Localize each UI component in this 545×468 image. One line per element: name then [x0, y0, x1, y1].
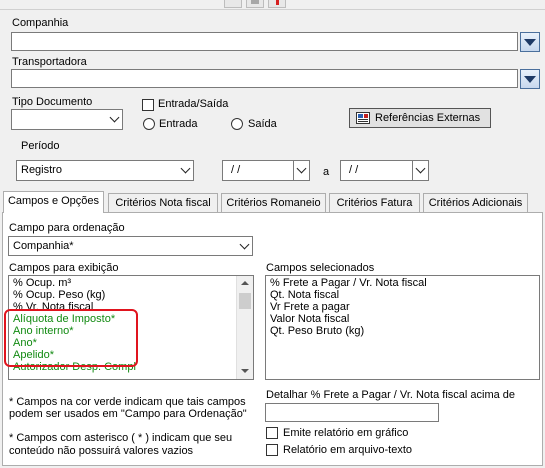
tipo-documento-select[interactable] — [11, 109, 123, 130]
transportadora-input[interactable] — [11, 69, 518, 88]
transportadora-dropdown-button[interactable] — [520, 69, 540, 89]
list-item[interactable]: Vr Frete a pagar — [266, 301, 539, 313]
date-dropdown-button[interactable] — [412, 161, 428, 180]
references-icon — [356, 112, 370, 124]
chevron-down-icon — [180, 163, 190, 174]
transportadora-label: Transportadora — [12, 56, 87, 68]
periodo-tipo-value: Registro — [21, 164, 62, 176]
entrada-saida-label: Entrada/Saída — [158, 98, 229, 110]
referencias-externas-button[interactable]: Referências Externas — [349, 108, 491, 128]
list-item[interactable]: % Ocup. Peso (kg) — [9, 289, 235, 301]
list-item[interactable]: Ano interno* — [9, 325, 235, 337]
scrollbar[interactable] — [236, 276, 253, 379]
toolbar-red-icon[interactable] — [268, 0, 286, 8]
companhia-label: Companhia — [12, 17, 69, 29]
list-item[interactable]: % Vr. Nota fiscal — [9, 301, 235, 313]
tab-criterios-nota-fiscal[interactable]: Critérios Nota fiscal — [108, 193, 218, 213]
tab-criterios-adicionais[interactable]: Critérios Adicionais — [423, 193, 528, 213]
campos-selecionados-list[interactable]: % Frete a Pagar / Vr. Nota fiscal Qt. Not… — [265, 275, 540, 380]
entrada-saida-checkbox[interactable] — [142, 99, 154, 111]
scroll-down-icon[interactable] — [241, 369, 249, 373]
list-item[interactable]: Valor Nota fiscal — [266, 313, 539, 325]
toolbar-disabled-icon[interactable] — [246, 0, 264, 8]
list-item[interactable]: Autorizador Desp. Compl — [9, 361, 235, 373]
periodo-tipo-select[interactable]: Registro — [16, 160, 194, 181]
ordenacao-select[interactable]: Companhia* — [8, 236, 253, 256]
periodo-separator: a — [323, 166, 330, 178]
ordenacao-value: Companhia* — [13, 240, 74, 252]
entrada-radio[interactable] — [143, 118, 155, 130]
list-item[interactable]: Apelido* — [9, 349, 235, 361]
select-arrow[interactable] — [236, 237, 252, 255]
select-arrow[interactable] — [106, 110, 122, 129]
list-item[interactable]: Qt. Peso Bruto (kg) — [266, 325, 539, 337]
saida-radio[interactable] — [231, 118, 243, 130]
periodo-ate-value: / / — [349, 164, 359, 176]
chevron-down-icon — [524, 75, 536, 83]
scroll-up-icon[interactable] — [241, 281, 249, 285]
top-toolbar — [0, 0, 545, 10]
tab-campos-opcoes[interactable]: Campos e Opções — [3, 191, 104, 213]
saida-radio-label: Saída — [248, 118, 277, 130]
tipo-documento-label: Tipo Documento — [12, 96, 93, 108]
relatorio-texto-checkbox[interactable] — [266, 444, 278, 456]
chevron-down-icon — [524, 38, 536, 46]
campos-exibicao-list[interactable]: % Ocup. m³% Ocup. Peso (kg)% Vr. Nota fi… — [8, 275, 254, 380]
scroll-thumb[interactable] — [239, 293, 251, 309]
select-arrow[interactable] — [177, 161, 193, 180]
list-item[interactable]: Ano* — [9, 337, 235, 349]
companhia-dropdown-button[interactable] — [520, 32, 540, 52]
chevron-down-icon — [239, 239, 249, 249]
periodo-label: Período — [21, 140, 60, 152]
list-item[interactable]: % Frete a Pagar / Vr. Nota fiscal — [266, 277, 539, 289]
tab-criterios-fatura[interactable]: Critérios Fatura — [329, 193, 420, 213]
companhia-input[interactable] — [11, 32, 518, 51]
periodo-de-value: / / — [231, 164, 241, 176]
entrada-radio-label: Entrada — [159, 118, 198, 130]
chevron-down-icon — [109, 112, 119, 123]
emite-grafico-checkbox[interactable] — [266, 427, 278, 439]
list-item[interactable]: Qt. Nota fiscal — [266, 289, 539, 301]
toolbar-button-left[interactable] — [224, 0, 242, 8]
tab-criterios-romaneio[interactable]: Critérios Romaneio — [221, 193, 326, 213]
periodo-data-final[interactable]: / / — [340, 160, 429, 181]
periodo-data-inicial[interactable]: / / — [222, 160, 310, 181]
referencias-externas-label: Referências Externas — [375, 112, 481, 124]
date-dropdown-button[interactable] — [293, 161, 309, 180]
chevron-down-icon — [415, 163, 426, 174]
list-item[interactable]: % Ocup. m³ — [9, 277, 235, 289]
detalhar-input[interactable] — [265, 403, 439, 422]
chevron-down-icon — [296, 163, 307, 174]
list-item[interactable]: Alíquota de Imposto* — [9, 313, 235, 325]
